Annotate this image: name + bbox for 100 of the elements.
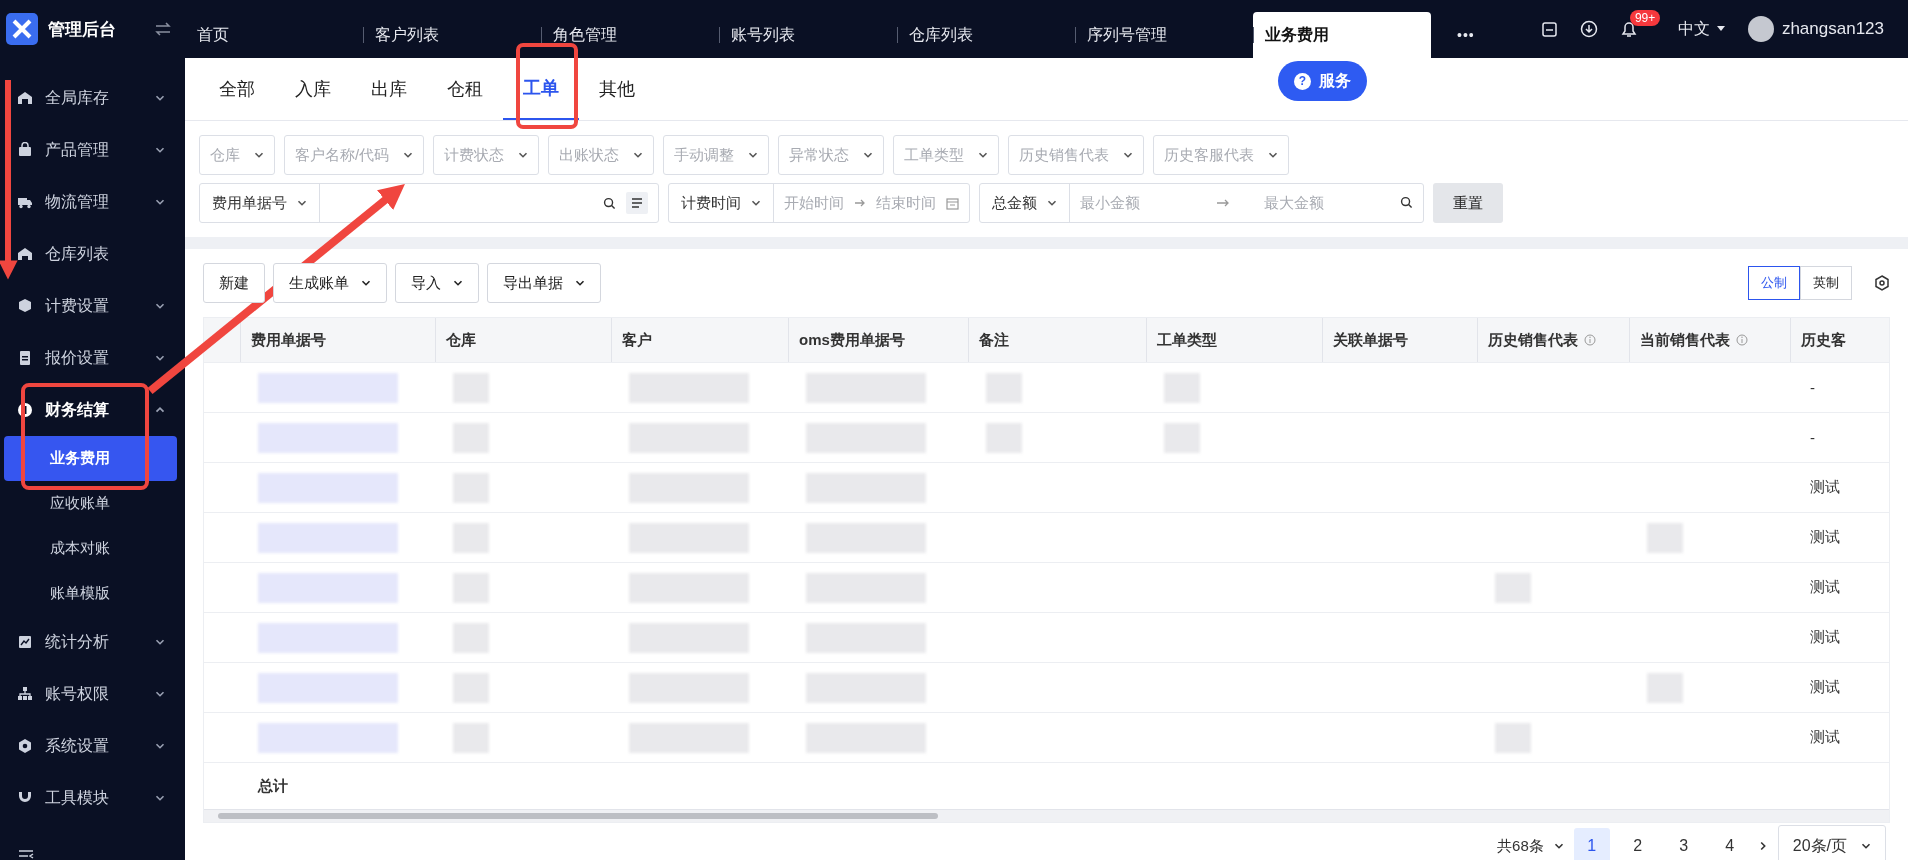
total-count: 共68条 — [1497, 836, 1544, 856]
hierarchy-icon — [17, 686, 33, 702]
more-tabs-button[interactable]: ••• — [1457, 12, 1475, 58]
chevron-down-icon — [1123, 150, 1134, 160]
hexagon-icon — [17, 738, 33, 754]
filter-type-dropdown[interactable]: 总金额 — [980, 184, 1070, 222]
chevron-down-icon — [1047, 198, 1057, 208]
chevron-down-icon — [633, 150, 644, 160]
list-icon[interactable] — [626, 192, 648, 214]
sidebar-item[interactable]: 统计分析 — [0, 616, 185, 668]
info-icon — [1736, 334, 1748, 346]
sidebar-item[interactable]: 产品管理 — [0, 124, 185, 176]
chevron-down-icon — [361, 278, 371, 288]
page-tab[interactable]: 客户列表 — [363, 12, 541, 58]
chevron-down-icon — [297, 198, 307, 208]
sidebar-subitem[interactable]: 应收账单 — [4, 481, 177, 526]
chevron-down-icon — [403, 150, 414, 160]
caret-icon — [1715, 25, 1726, 33]
column-header: 备注 — [968, 318, 1146, 362]
column-header: 当前销售代表 — [1629, 318, 1790, 362]
service-button[interactable]: ? 服务 — [1278, 61, 1367, 101]
chevron-down-icon — [155, 145, 165, 155]
unit-toggle[interactable]: 英制 — [1800, 266, 1852, 300]
sidebar-subitem[interactable]: 成本对账 — [4, 526, 177, 571]
column-header: 仓库 — [435, 318, 611, 362]
arrow-right-icon — [854, 198, 866, 208]
collapse-menu-icon[interactable] — [18, 849, 34, 860]
chevron-down-icon — [1268, 150, 1279, 160]
document-icon — [17, 350, 33, 366]
reset-button[interactable]: 重置 — [1433, 183, 1503, 223]
filter-type-dropdown[interactable]: 计费时间 — [669, 184, 774, 222]
toolbar-button[interactable]: 生成账单 — [273, 263, 387, 303]
download-icon[interactable] — [1579, 20, 1598, 38]
table-cell-text: 测试 — [1809, 527, 1841, 547]
chevron-down-icon — [575, 278, 585, 288]
coin-icon — [17, 402, 33, 418]
arrow-right-icon — [1216, 198, 1230, 208]
sidebar-item[interactable]: 全局库存 — [0, 72, 185, 124]
column-header: 历史销售代表 — [1477, 318, 1629, 362]
page-tab[interactable]: 仓库列表 — [897, 12, 1075, 58]
search-icon[interactable] — [603, 196, 616, 210]
swap-arrows-icon[interactable] — [155, 22, 171, 36]
column-header: 费用单据号 — [240, 318, 435, 362]
table-cell-text: 测试 — [1809, 727, 1841, 747]
column-header: oms费用单据号 — [788, 318, 968, 362]
column-header: 工单类型 — [1146, 318, 1322, 362]
chevron-down-icon — [453, 278, 463, 288]
language-selector[interactable]: 中文 — [1677, 18, 1726, 40]
chevron-down-icon — [155, 793, 165, 803]
total-label: 总计 — [258, 776, 288, 796]
table-cell-text: 测试 — [1809, 677, 1841, 697]
chevron-down-icon — [155, 689, 165, 699]
user-name[interactable]: zhangsan123 — [1781, 19, 1884, 39]
sidebar-item[interactable]: 计费设置 — [0, 280, 185, 332]
page-tab[interactable]: 角色管理 — [541, 12, 719, 58]
toolbar-button[interactable]: 新建 — [203, 263, 265, 303]
printer-icon[interactable] — [1540, 20, 1558, 38]
sidebar-subitem[interactable]: 业务费用 — [4, 436, 177, 481]
category-tab[interactable]: 仓租 — [427, 58, 503, 120]
sidebar-item[interactable]: 财务结算 — [0, 384, 185, 436]
page-tab[interactable]: 业务费用 — [1253, 12, 1431, 58]
search-icon[interactable] — [1400, 195, 1413, 209]
sidebar-item[interactable]: 仓库列表 — [0, 228, 185, 280]
toolbar-button[interactable]: 导出单据 — [487, 263, 601, 303]
chevron-down-icon — [155, 197, 165, 207]
table-cell-text: - — [1809, 378, 1816, 398]
page-button[interactable]: 2 — [1619, 828, 1656, 860]
table-cell-text: - — [1809, 428, 1816, 448]
page-button[interactable]: 4 — [1711, 828, 1748, 860]
sidebar-subitem[interactable]: 账单模版 — [4, 571, 177, 616]
sidebar-item[interactable]: 物流管理 — [0, 176, 185, 228]
avatar-icon[interactable] — [1747, 16, 1774, 42]
settings-icon[interactable] — [1874, 275, 1890, 291]
page-button[interactable]: 1 — [1573, 828, 1610, 860]
chevron-down-icon — [155, 93, 165, 103]
chevron-down-icon — [155, 741, 165, 751]
sidebar-item[interactable]: 系统设置 — [0, 720, 185, 772]
bag-icon — [17, 142, 33, 158]
scrollbar-thumb[interactable] — [218, 813, 938, 819]
page-tab[interactable]: 首页 — [185, 12, 363, 58]
page-tab[interactable]: 序列号管理 — [1075, 12, 1253, 58]
notification-badge: 99+ — [1629, 10, 1661, 26]
category-tab[interactable]: 出库 — [351, 58, 427, 120]
sidebar-item[interactable]: 工具模块 — [0, 772, 185, 824]
chevron-down-icon — [863, 150, 874, 160]
bell-icon[interactable] — [1619, 20, 1638, 38]
chevron-up-icon — [155, 405, 165, 415]
category-tab[interactable]: 入库 — [275, 58, 351, 120]
toolbar-button[interactable]: 导入 — [395, 263, 479, 303]
category-tab[interactable]: 全部 — [199, 58, 275, 120]
category-tab[interactable]: 其他 — [579, 58, 655, 120]
sidebar-item[interactable]: 账号权限 — [0, 668, 185, 720]
unit-toggle[interactable]: 公制 — [1748, 266, 1800, 300]
info-icon — [1584, 334, 1596, 346]
table-cell-text: 测试 — [1809, 577, 1841, 597]
page-tab[interactable]: 账号列表 — [719, 12, 897, 58]
page-size-dropdown[interactable]: 20条/页 — [1777, 825, 1886, 860]
sidebar-item[interactable]: 报价设置 — [0, 332, 185, 384]
warehouse-icon — [17, 90, 33, 106]
page-button[interactable]: 3 — [1665, 828, 1702, 860]
